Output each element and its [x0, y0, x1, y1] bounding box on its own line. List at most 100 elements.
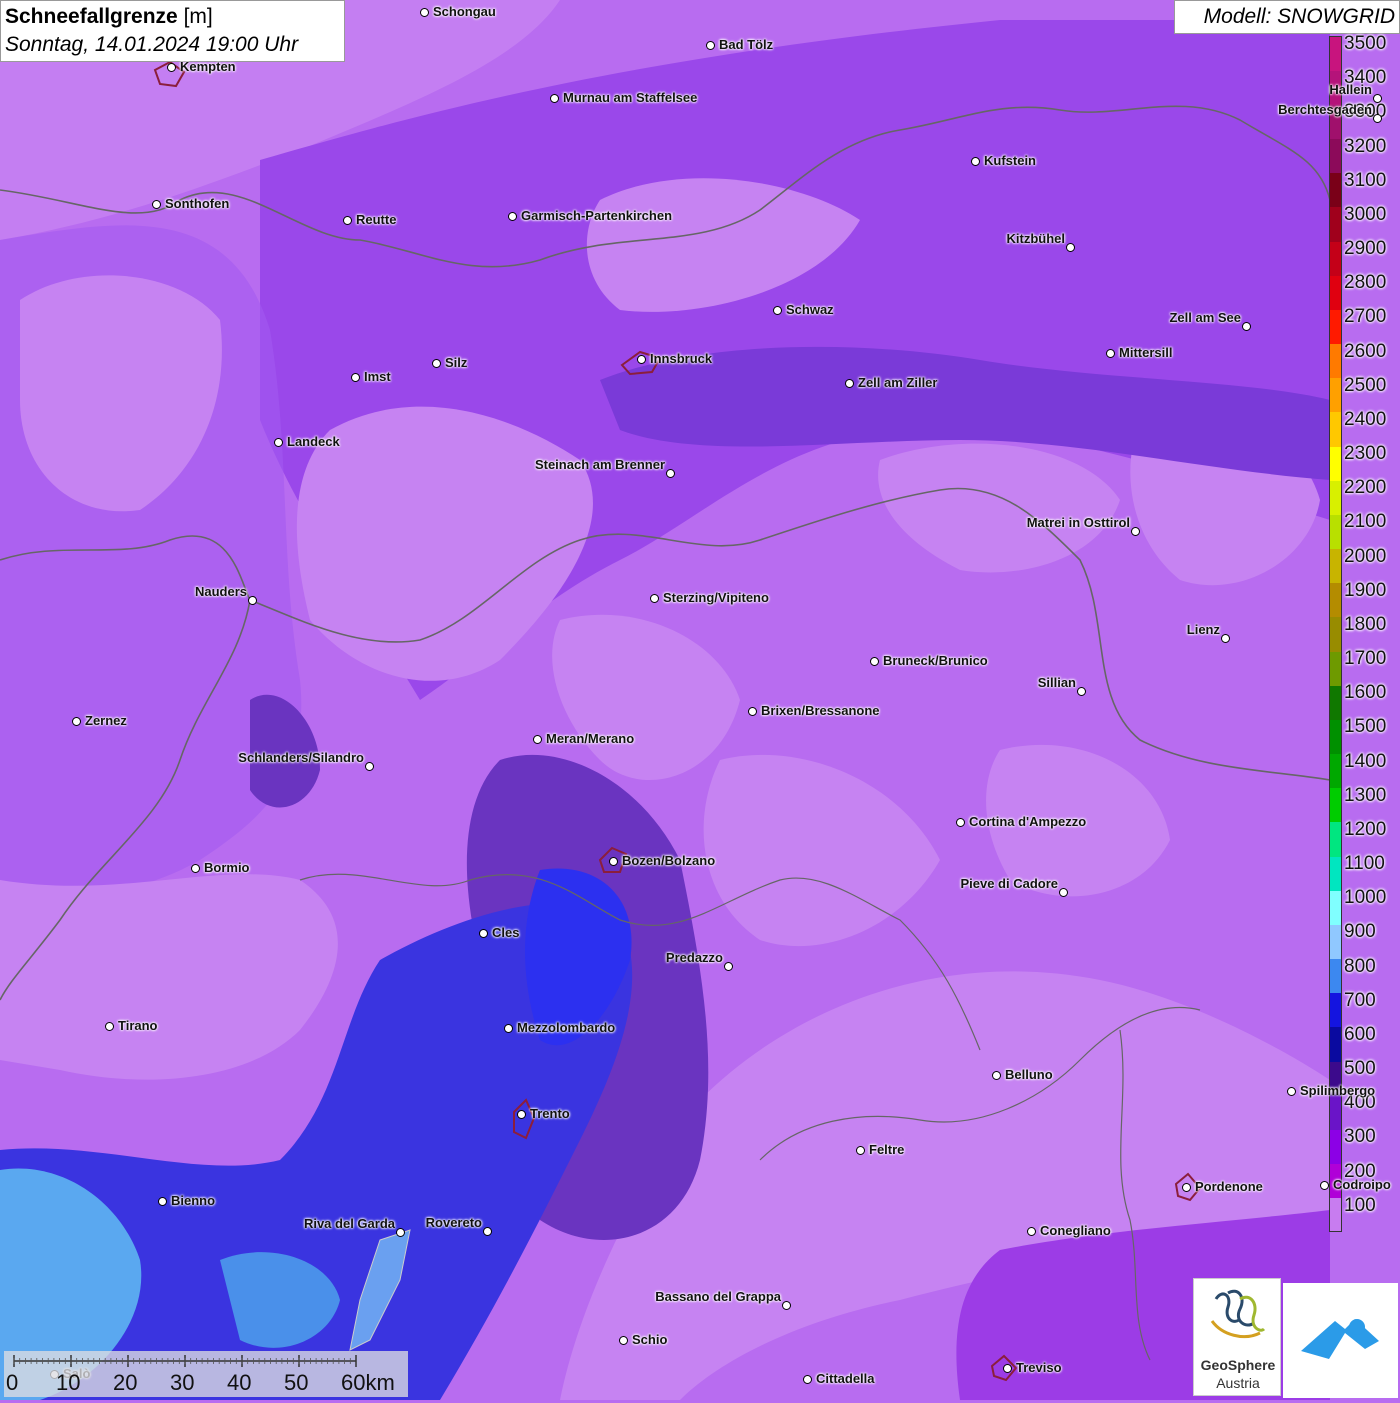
city-marker [72, 717, 81, 726]
city-marker [191, 864, 200, 873]
city-marker [1131, 527, 1140, 536]
scale-label-40: 40 [227, 1370, 252, 1395]
legend-label: 1200 [1344, 818, 1387, 840]
city-label: Nauders [194, 584, 247, 599]
scale-bar: 0 10 20 30 40 50 60km [4, 1351, 408, 1397]
geosphere-country: Austria [1216, 1375, 1260, 1391]
city-marker [504, 1024, 513, 1033]
geosphere-name: GeoSphere [1200, 1357, 1276, 1373]
city-label: Trento [530, 1106, 570, 1121]
legend-label: 3100 [1344, 169, 1387, 191]
city-marker [650, 594, 659, 603]
city-marker [1287, 1087, 1296, 1096]
city-marker [1077, 687, 1086, 696]
city-label: Berchtesgaden [1278, 102, 1372, 117]
city-label: Silz [445, 355, 468, 370]
legend-label: 1500 [1344, 716, 1387, 738]
city-label: Zell am Ziller [858, 375, 938, 390]
city-label: Bormio [204, 860, 250, 875]
city-label: Schongau [433, 4, 496, 19]
map-title-box: Schneefallgrenze [m] Sonntag, 14.01.2024… [0, 0, 345, 62]
city-marker [550, 94, 559, 103]
city-label: Pieve di Cadore [960, 876, 1058, 891]
city-label: Bozen/Bolzano [622, 853, 716, 868]
scale-bar-ruler [13, 1355, 357, 1367]
map-title: Schneefallgrenze [m] [5, 5, 213, 28]
city-marker [1221, 634, 1230, 643]
city-marker [637, 355, 646, 364]
city-marker [609, 857, 618, 866]
city-label: Bienno [171, 1193, 216, 1208]
legend-label: 2900 [1344, 238, 1387, 260]
city-label: Rovereto [425, 1215, 482, 1230]
city-marker [992, 1071, 1001, 1080]
scale-label-10: 10 [56, 1370, 81, 1395]
geosphere-logo-icon [1210, 1289, 1266, 1338]
city-marker [167, 63, 176, 72]
city-marker [517, 1110, 526, 1119]
snow-mountain-logo-icon [1301, 1319, 1379, 1359]
city-marker [158, 1197, 167, 1206]
city-marker [724, 962, 733, 971]
legend-label: 800 [1344, 955, 1376, 977]
city-marker [343, 216, 352, 225]
city-label: Zell am See [1169, 310, 1241, 325]
legend-label: 1000 [1344, 887, 1387, 909]
city-marker [483, 1227, 492, 1236]
legend-label: 1800 [1344, 613, 1387, 635]
city-label: Feltre [869, 1142, 905, 1157]
city-marker [1373, 114, 1382, 123]
city-marker [351, 373, 360, 382]
city-label: Mezzolombardo [517, 1020, 616, 1035]
city-marker [1242, 322, 1251, 331]
city-label: Garmisch-Partenkirchen [521, 208, 673, 223]
city-marker [706, 41, 715, 50]
city-label: Meran/Merano [546, 731, 635, 746]
city-label: Reutte [356, 212, 397, 227]
city-label: Spilimbergo [1300, 1083, 1376, 1098]
city-label: Steinach am Brenner [534, 457, 665, 472]
city-marker [365, 762, 374, 771]
legend-label: 600 [1344, 1023, 1376, 1045]
city-label: Treviso [1016, 1360, 1062, 1375]
legend-label: 2500 [1344, 374, 1387, 396]
city-label: Bad Tölz [719, 37, 774, 52]
city-marker [870, 657, 879, 666]
city-label: Kitzbühel [1006, 231, 1066, 246]
city-label: Schwaz [786, 302, 834, 317]
legend-label: 300 [1344, 1126, 1376, 1148]
city-marker [1027, 1227, 1036, 1236]
city-marker [845, 379, 854, 388]
city-marker [508, 212, 517, 221]
city-label: Belluno [1005, 1067, 1053, 1082]
color-legend: 3500 3400 3300 3200 3100 3000 2900 2800 2700 2600… [1329, 34, 1400, 1233]
city-label: Innsbruck [650, 351, 713, 366]
legend-label: 2000 [1344, 545, 1387, 567]
city-marker [666, 469, 675, 478]
geosphere-logo[interactable]: GeoSphere Austria [1193, 1278, 1281, 1396]
legend-label: 1400 [1344, 750, 1387, 772]
city-label: Zernez [85, 713, 127, 728]
legend-label: 1300 [1344, 784, 1387, 806]
city-label: Sterzing/Vipiteno [663, 590, 769, 605]
city-label: Tirano [118, 1018, 158, 1033]
city-marker [1003, 1364, 1012, 1373]
city-label: Imst [364, 369, 391, 384]
city-marker [1066, 243, 1075, 252]
legend-label: 1100 [1344, 853, 1385, 875]
city-label: Predazzo [665, 950, 723, 965]
city-label: Cles [492, 925, 520, 940]
city-label: Matrei in Osttirol [1026, 515, 1130, 530]
city-marker [856, 1146, 865, 1155]
city-label: Schlanders/Silandro [238, 750, 364, 765]
city-label: Bassano del Grappa [655, 1289, 781, 1304]
city-label: Riva del Garda [303, 1216, 395, 1231]
city-label: Kufstein [984, 153, 1036, 168]
city-marker [773, 306, 782, 315]
scale-label-0: 0 [6, 1370, 19, 1395]
legend-label: 3200 [1344, 135, 1387, 157]
city-label: Schio [632, 1332, 668, 1347]
city-label: Kempten [180, 59, 236, 74]
city-label: Cittadella [816, 1371, 875, 1386]
snowgrid-logo[interactable] [1283, 1283, 1398, 1398]
